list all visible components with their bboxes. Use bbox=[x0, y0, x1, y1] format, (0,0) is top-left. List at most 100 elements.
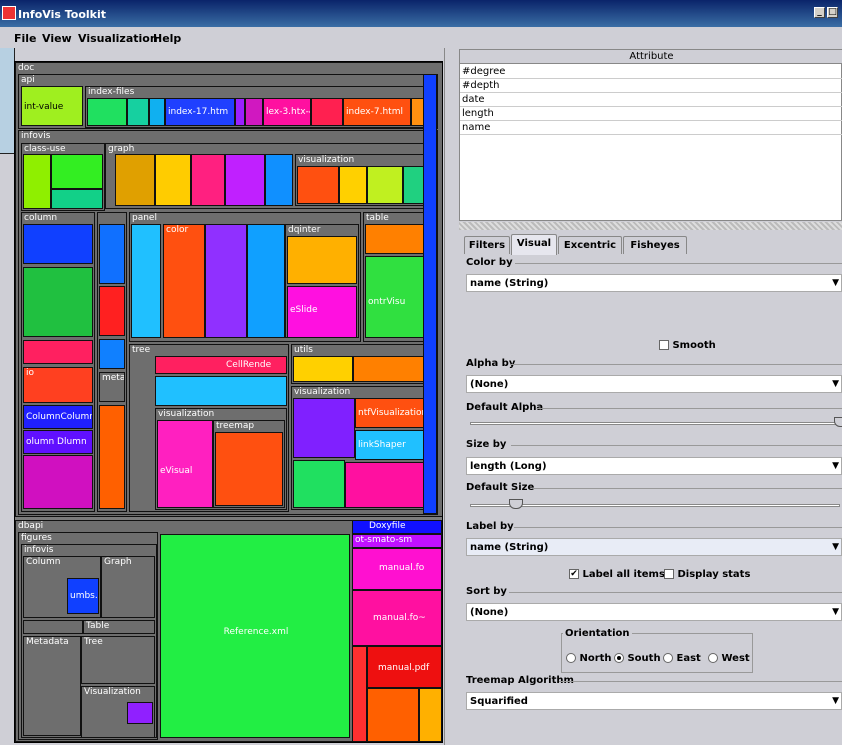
treemap-cell[interactable]: eSlide bbox=[287, 286, 357, 338]
label-by-select[interactable]: name (String) ▼ bbox=[466, 538, 842, 556]
treemap-cell-reference[interactable]: Reference.xml bbox=[160, 534, 350, 738]
treemap-cell[interactable] bbox=[99, 339, 125, 369]
sort-by-select[interactable]: (None) ▼ bbox=[466, 603, 842, 621]
size-by-select[interactable]: length (Long) ▼ bbox=[466, 457, 842, 475]
treemap-cell[interactable] bbox=[51, 189, 103, 209]
treemap-cell[interactable] bbox=[265, 154, 293, 206]
label-all-items-checkbox[interactable]: ✔ Label all items bbox=[569, 569, 665, 580]
treemap-node-Metadata[interactable]: Metadata bbox=[23, 636, 81, 736]
treemap-cell[interactable]: eVisual bbox=[157, 420, 213, 508]
treemap-cell[interactable] bbox=[293, 356, 353, 382]
treemap-cell[interactable] bbox=[419, 688, 442, 742]
orientation-south[interactable]: South bbox=[614, 653, 661, 664]
treemap-cell[interactable] bbox=[191, 154, 225, 206]
treemap-cell[interactable] bbox=[87, 98, 127, 126]
treemap-cell[interactable]: CellRende bbox=[155, 356, 287, 374]
treemap-cell[interactable] bbox=[352, 646, 367, 742]
menu-file[interactable]: File bbox=[14, 32, 37, 45]
treemap-cell[interactable] bbox=[287, 236, 357, 284]
treemap-cell[interactable] bbox=[127, 98, 149, 126]
orientation-east[interactable]: East bbox=[663, 653, 701, 664]
treemap-cell[interactable] bbox=[99, 405, 125, 509]
treemap-cell[interactable] bbox=[293, 398, 355, 458]
treemap-cell[interactable] bbox=[311, 98, 343, 126]
treemap-cell[interactable]: index-7.html bbox=[343, 98, 411, 126]
treemap-node-metadata[interactable]: metad bbox=[99, 372, 125, 402]
treemap-cell[interactable]: umbs. bbox=[67, 578, 99, 614]
menu-help[interactable]: Help bbox=[153, 32, 181, 45]
treemap-cell[interactable]: int-value bbox=[21, 86, 83, 126]
treemap-cell[interactable]: olumn Dlumn bbox=[23, 430, 93, 454]
minimize-icon[interactable]: _ bbox=[814, 7, 825, 18]
treemap-cell[interactable] bbox=[131, 224, 161, 338]
treemap-cell[interactable] bbox=[345, 462, 435, 508]
horizontal-splitter[interactable] bbox=[459, 222, 842, 230]
treemap-cell[interactable] bbox=[23, 455, 93, 509]
treemap-cell[interactable] bbox=[235, 98, 245, 126]
treemap-cell[interactable] bbox=[215, 432, 283, 506]
tab-fisheyes[interactable]: Fisheyes bbox=[623, 236, 687, 254]
tab-excentric[interactable]: Excentric bbox=[558, 236, 622, 254]
vertical-splitter[interactable] bbox=[444, 48, 459, 745]
treemap-node-Table[interactable]: Table bbox=[83, 620, 155, 634]
default-alpha-slider[interactable] bbox=[470, 422, 840, 425]
treemap-cell[interactable] bbox=[297, 166, 339, 204]
attribute-table[interactable]: Attribute #degree #depth date length nam… bbox=[459, 49, 842, 221]
treemap-cell[interactable] bbox=[225, 154, 265, 206]
treemap-node-color[interactable]: color bbox=[163, 224, 205, 338]
treemap-cell[interactable]: manual.fo~ bbox=[352, 590, 442, 646]
treemap-cell[interactable]: Doxyfile bbox=[352, 520, 442, 534]
attribute-header[interactable]: Attribute bbox=[460, 50, 842, 64]
menu-visualization[interactable]: Visualization bbox=[78, 32, 158, 45]
tab-filters[interactable]: Filters bbox=[464, 236, 510, 254]
treemap-node-Tree[interactable]: Tree bbox=[81, 636, 155, 684]
treemap-cell[interactable] bbox=[245, 98, 263, 126]
orientation-north[interactable]: North bbox=[566, 653, 612, 664]
tab-visual[interactable]: Visual bbox=[511, 234, 557, 255]
default-size-slider[interactable] bbox=[470, 504, 840, 507]
treemap-algorithm-select[interactable]: Squarified ▼ bbox=[466, 692, 842, 710]
treemap-cell[interactable]: manual.fo bbox=[352, 548, 442, 590]
treemap-cell[interactable] bbox=[99, 224, 125, 284]
treemap-cell[interactable]: ot-smato-sm bbox=[352, 534, 442, 548]
treemap-cell[interactable] bbox=[51, 154, 103, 189]
treemap-node-io-fig[interactable] bbox=[23, 620, 83, 634]
attribute-row[interactable]: name bbox=[460, 121, 842, 135]
treemap-cell[interactable] bbox=[367, 166, 403, 204]
attribute-row[interactable]: #degree bbox=[460, 65, 842, 79]
orientation-west[interactable]: West bbox=[708, 653, 750, 664]
treemap-cell[interactable] bbox=[149, 98, 165, 126]
treemap-cell[interactable] bbox=[247, 224, 285, 338]
treemap-cell[interactable]: manual.pdf bbox=[367, 646, 442, 688]
treemap-node-filter[interactable]: io bbox=[23, 367, 93, 403]
treemap-cell[interactable] bbox=[155, 376, 287, 406]
treemap-cell[interactable]: index-17.htm bbox=[165, 98, 235, 126]
treemap-cell[interactable] bbox=[115, 154, 155, 206]
smooth-checkbox[interactable]: Smooth bbox=[659, 340, 716, 351]
color-by-select[interactable]: name (String) ▼ bbox=[466, 274, 842, 292]
treemap-cell[interactable] bbox=[23, 224, 93, 264]
treemap-cell[interactable] bbox=[23, 154, 51, 209]
treemap-cell[interactable] bbox=[155, 154, 191, 206]
treemap-cell[interactable] bbox=[423, 74, 437, 514]
attribute-row[interactable]: #depth bbox=[460, 79, 842, 93]
alpha-by-select[interactable]: (None) ▼ bbox=[466, 375, 842, 393]
attribute-row[interactable]: date bbox=[460, 93, 842, 107]
display-stats-checkbox[interactable]: Display stats bbox=[664, 569, 750, 580]
slider-thumb-icon[interactable] bbox=[834, 417, 842, 427]
maximize-icon[interactable]: □ bbox=[827, 7, 838, 18]
treemap-cell[interactable]: ColumnColumn bbox=[23, 405, 93, 429]
slider-thumb-icon[interactable] bbox=[509, 499, 523, 509]
treemap-cell[interactable] bbox=[367, 688, 419, 742]
treemap-cell[interactable] bbox=[293, 460, 345, 508]
attribute-row[interactable]: length bbox=[460, 107, 842, 121]
treemap-node-Graph[interactable]: Graph bbox=[101, 556, 155, 618]
treemap-cell[interactable] bbox=[127, 702, 153, 724]
treemap-cell[interactable] bbox=[339, 166, 367, 204]
treemap-view[interactable]: doc api int-value index-files index-17.h… bbox=[14, 61, 443, 743]
treemap-cell[interactable] bbox=[23, 267, 93, 337]
treemap-cell[interactable] bbox=[23, 340, 93, 364]
menu-view[interactable]: View bbox=[42, 32, 72, 45]
treemap-cell[interactable] bbox=[205, 224, 247, 338]
treemap-cell[interactable] bbox=[99, 286, 125, 336]
